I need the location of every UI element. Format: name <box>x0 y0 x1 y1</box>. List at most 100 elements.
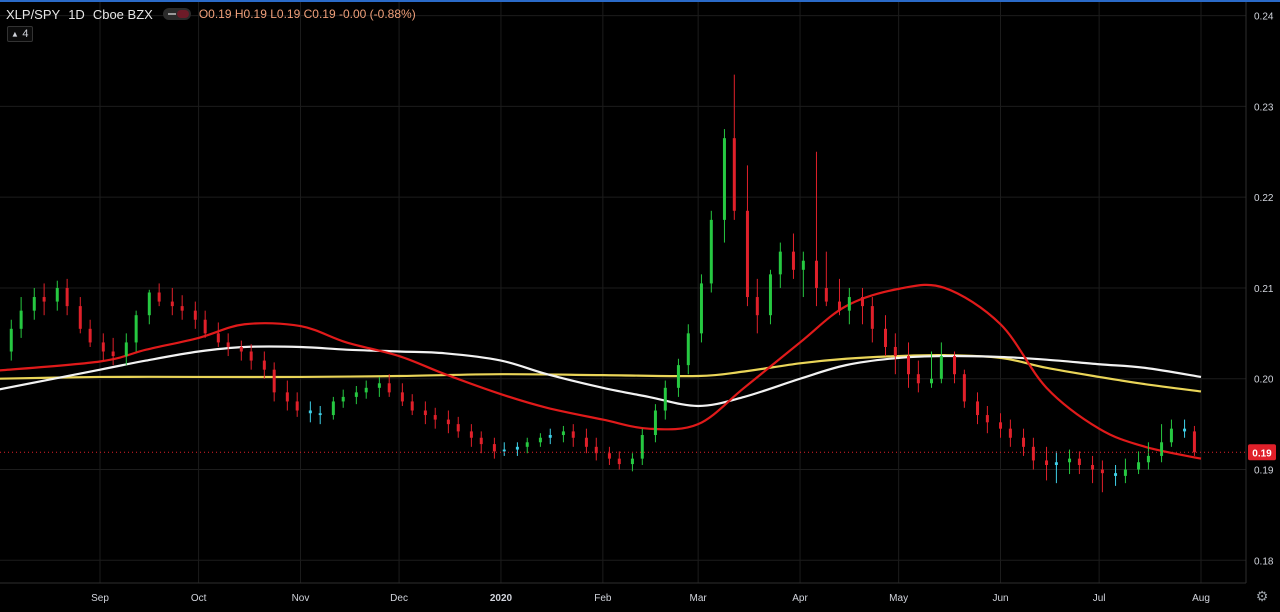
candle-body <box>1045 460 1049 465</box>
last-price-label: 0.19 <box>1252 448 1272 459</box>
close-value: 0.19 <box>312 7 336 21</box>
candle <box>617 451 621 470</box>
candle-body <box>446 419 450 425</box>
candle <box>584 428 588 454</box>
y-tick-label: 0.22 <box>1254 193 1274 204</box>
candle-body <box>249 351 253 361</box>
candle <box>962 369 966 408</box>
candle-body <box>203 319 207 334</box>
candle <box>19 297 23 338</box>
chart-area[interactable]: 0.24 0.23 0.22 0.21 0.20 0.19 0.18 Sep Oct Nov Dec… <box>0 0 1280 607</box>
candle-body <box>930 378 934 384</box>
candle-body <box>101 342 105 352</box>
candle-body <box>364 387 368 393</box>
candle-body <box>32 297 36 311</box>
candle <box>525 437 529 454</box>
candle-body <box>456 424 460 432</box>
x-tick-label: Dec <box>390 593 408 604</box>
candle-body <box>571 431 575 438</box>
candle <box>1031 437 1035 470</box>
candle-body <box>1192 431 1196 453</box>
candle <box>479 431 483 454</box>
candle-body <box>42 297 46 302</box>
y-tick-label: 0.24 <box>1254 12 1274 23</box>
candle <box>999 413 1003 438</box>
candle <box>295 392 299 417</box>
ohlc-readout: O0.19 H0.19 L0.19 C0.19 -0.00 (-0.88%) <box>199 7 416 21</box>
candle <box>1077 451 1081 475</box>
candle <box>203 310 207 338</box>
candle <box>1054 451 1058 484</box>
candle-body <box>860 297 864 307</box>
symbol-label[interactable]: XLP/SPY <box>6 7 60 22</box>
candle <box>226 333 230 357</box>
candle <box>824 251 828 307</box>
candle <box>180 295 184 320</box>
candle-body <box>1068 458 1072 463</box>
high-label: H <box>234 7 244 21</box>
candle <box>801 251 805 298</box>
indicators-collapse-button[interactable]: ▼ 4 <box>7 26 33 42</box>
candle-body <box>755 297 759 316</box>
candle <box>446 410 450 434</box>
low-label: L <box>270 7 277 21</box>
candle-body <box>1146 455 1150 463</box>
x-tick-label: Oct <box>191 593 207 604</box>
candle-body <box>318 413 322 416</box>
candle-body <box>433 415 437 420</box>
candle <box>32 287 36 320</box>
candle <box>170 287 174 316</box>
candle-body <box>1169 428 1173 443</box>
candle-body <box>1160 442 1164 456</box>
candle <box>433 407 437 429</box>
moving-average-red <box>0 283 1202 460</box>
candle-body <box>732 138 736 211</box>
candle-body <box>19 310 23 329</box>
visibility-toggle-icon[interactable] <box>162 8 191 20</box>
candle <box>1183 419 1187 438</box>
candle-body <box>722 138 726 220</box>
candle-body <box>893 346 897 357</box>
candle <box>561 425 565 443</box>
candle <box>101 333 105 361</box>
candle-body <box>134 315 138 343</box>
candle <box>814 151 818 307</box>
x-tick-label: Feb <box>594 593 612 604</box>
candle <box>331 396 335 420</box>
candle-body <box>814 260 818 288</box>
candle <box>837 278 841 316</box>
candle <box>262 351 266 379</box>
candle-body <box>170 301 174 307</box>
x-tick-label: Aug <box>1192 593 1210 604</box>
candle <box>709 210 713 293</box>
candle-body <box>1123 469 1127 476</box>
candle <box>216 322 220 347</box>
timeframe-label[interactable]: 1D <box>68 7 85 22</box>
gear-icon[interactable]: ⚙ <box>1255 589 1269 603</box>
candlestick-series <box>9 74 1196 493</box>
price-chart-svg[interactable]: 0.24 0.23 0.22 0.21 0.20 0.19 0.18 Sep Oct Nov Dec… <box>0 0 1280 607</box>
candle-body <box>193 310 197 320</box>
candle-body <box>410 401 414 411</box>
open-value: 0.19 <box>208 7 232 21</box>
candle-body <box>847 297 851 311</box>
candle <box>400 383 404 406</box>
candle-body <box>124 342 128 357</box>
high-value: 0.19 <box>243 7 267 21</box>
candle-body <box>778 251 782 275</box>
x-tick-label: Jul <box>1093 593 1106 604</box>
candle <box>65 278 69 316</box>
candle-body <box>939 356 943 379</box>
candle <box>985 405 989 434</box>
candle <box>308 401 312 423</box>
y-tick-label: 0.21 <box>1254 284 1274 295</box>
candle <box>492 437 496 459</box>
candle <box>860 287 864 325</box>
axes: 0.24 0.23 0.22 0.21 0.20 0.19 0.18 Sep Oct Nov Dec… <box>0 2 1276 604</box>
candle <box>502 442 506 456</box>
candle <box>1114 464 1118 486</box>
candle-body <box>1008 428 1012 438</box>
candle-body <box>157 292 161 302</box>
open-label: O <box>198 7 209 21</box>
candle-body <box>663 387 667 411</box>
